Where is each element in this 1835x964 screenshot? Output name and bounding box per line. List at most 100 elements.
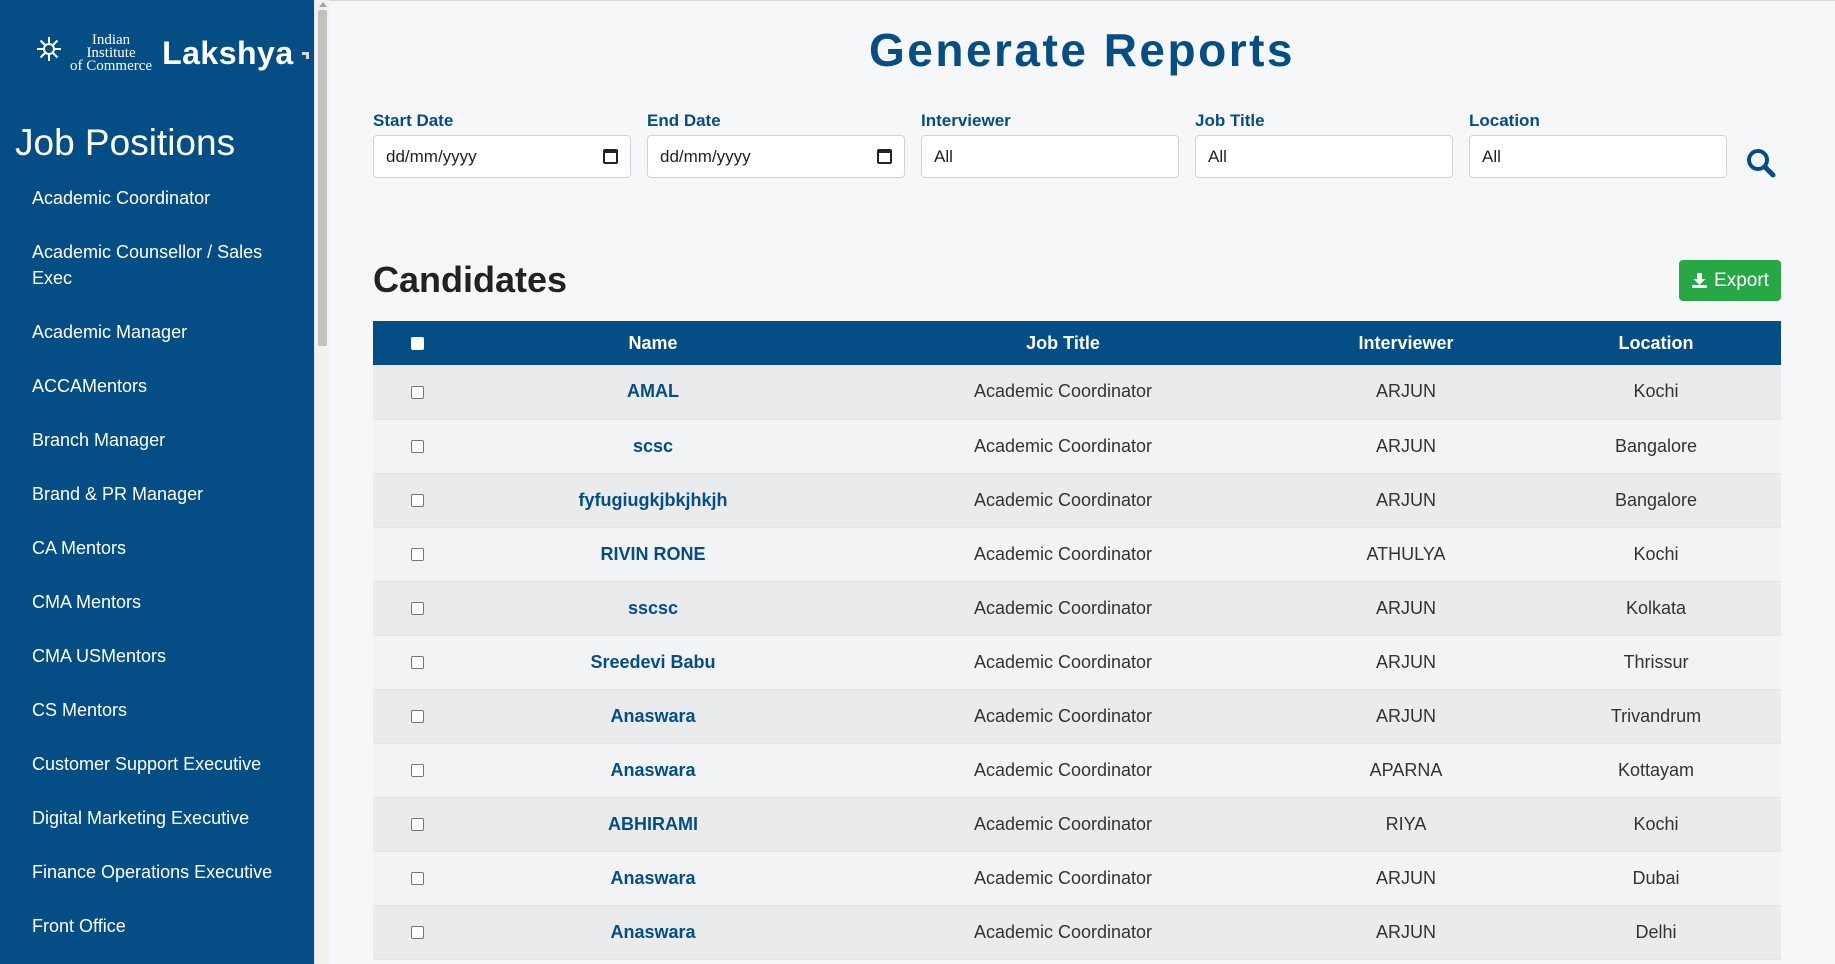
- table-row: Anaswara Academic Coordinator ARJUN Delh…: [373, 905, 1781, 960]
- job-title-cell: Academic Coordinator: [845, 905, 1281, 960]
- page-title: Generate Reports: [868, 24, 1295, 76]
- end-date-label: End Date: [647, 111, 721, 130]
- nav-item-front-office[interactable]: Front Office: [0, 903, 314, 957]
- interviewer-label: Interviewer: [921, 111, 1011, 130]
- candidate-name-link[interactable]: scsc: [461, 419, 845, 474]
- nav-item-ca-mentors[interactable]: CA Mentors: [0, 525, 314, 579]
- table-row: RIVIN RONE Academic Coordinator ATHULYA …: [373, 527, 1781, 582]
- logo[interactable]: Indian Institute of Commerce Lakshya: [36, 33, 309, 74]
- logo-institute-text: Indian Institute of Commerce: [70, 33, 153, 74]
- header-job-title[interactable]: Job Title: [845, 321, 1281, 365]
- job-title-value: All: [1208, 146, 1227, 166]
- interviewer-cell: APARNA: [1281, 743, 1531, 798]
- filter-bar: Start Date dd/mm/yyyy End Date dd/mm/yyy…: [373, 111, 1727, 178]
- table-row: scsc Academic Coordinator ARJUN Bangalor…: [373, 419, 1781, 474]
- select-all-header: [373, 321, 461, 365]
- row-checkbox[interactable]: [410, 818, 424, 832]
- candidate-name-link[interactable]: Anaswara: [461, 905, 845, 960]
- candidate-name-link[interactable]: Sreedevi Babu: [461, 635, 845, 690]
- calendar-icon[interactable]: [877, 149, 892, 164]
- logo-line-3: of Commerce: [70, 58, 153, 74]
- table-row: Anaswara Academic Coordinator ARJUN Triv…: [373, 689, 1781, 744]
- nav-item-finance-operations[interactable]: Finance Operations Executive: [0, 849, 314, 903]
- location-cell: Kottayam: [1531, 743, 1781, 798]
- job-title-cell: Academic Coordinator: [845, 851, 1281, 906]
- row-select-cell: [373, 581, 461, 636]
- nav-item-cs-mentors[interactable]: CS Mentors: [0, 687, 314, 741]
- calendar-icon[interactable]: [603, 149, 618, 164]
- header-location[interactable]: Location: [1531, 321, 1781, 365]
- candidate-name-link[interactable]: sscsc: [461, 581, 845, 636]
- interviewer-cell: ARJUN: [1281, 905, 1531, 960]
- row-checkbox[interactable]: [410, 494, 424, 508]
- nav-item-customer-support[interactable]: Customer Support Executive: [0, 741, 314, 795]
- nav-item-brand-pr-manager[interactable]: Brand & PR Manager: [0, 471, 314, 525]
- row-select-cell: [373, 365, 461, 420]
- search-icon[interactable]: [1745, 147, 1777, 179]
- interviewer-cell: ARJUN: [1281, 473, 1531, 528]
- row-select-cell: [373, 797, 461, 852]
- nav-item-academic-coordinator[interactable]: Academic Coordinator: [0, 175, 314, 229]
- nav-item-acca-mentors[interactable]: ACCAMentors: [0, 363, 314, 417]
- nav-item-branch-manager[interactable]: Branch Manager: [0, 417, 314, 471]
- interviewer-cell: ARJUN: [1281, 851, 1531, 906]
- candidate-name-link[interactable]: Anaswara: [461, 743, 845, 798]
- location-select[interactable]: All: [1469, 135, 1727, 178]
- start-date-placeholder: dd/mm/yyyy: [386, 146, 477, 166]
- candidate-name-link[interactable]: Anaswara: [461, 689, 845, 744]
- logo-mark-icon: [301, 52, 309, 59]
- row-checkbox[interactable]: [410, 548, 424, 562]
- candidate-name-link[interactable]: fyfugiugkjbkjhkjh: [461, 473, 845, 528]
- row-checkbox[interactable]: [410, 872, 424, 886]
- job-title-cell: Academic Coordinator: [845, 473, 1281, 528]
- scrollbar-thumb[interactable]: [318, 10, 327, 346]
- header-name[interactable]: Name: [461, 321, 845, 365]
- row-checkbox[interactable]: [410, 602, 424, 616]
- row-checkbox[interactable]: [410, 710, 424, 724]
- sidebar-scrollbar[interactable]: [314, 0, 329, 964]
- candidate-name-link[interactable]: Anaswara: [461, 851, 845, 906]
- row-select-cell: [373, 473, 461, 528]
- location-cell: Kolkata: [1531, 581, 1781, 636]
- nav-item-academic-counsellor[interactable]: Academic Counsellor / Sales Exec: [0, 229, 314, 309]
- row-select-cell: [373, 527, 461, 582]
- emblem-icon: [37, 37, 61, 61]
- scroll-up-arrow-icon[interactable]: [319, 2, 327, 7]
- row-checkbox[interactable]: [410, 440, 424, 454]
- row-checkbox[interactable]: [410, 926, 424, 940]
- candidate-name-link[interactable]: RIVIN RONE: [461, 527, 845, 582]
- location-cell: Kochi: [1531, 365, 1781, 420]
- candidate-name-link[interactable]: AMAL: [461, 365, 845, 420]
- location-cell: Delhi: [1531, 905, 1781, 960]
- row-select-cell: [373, 419, 461, 474]
- table-row: Sreedevi Babu Academic Coordinator ARJUN…: [373, 635, 1781, 690]
- row-select-cell: [373, 743, 461, 798]
- candidate-name-link[interactable]: ABHIRAMI: [461, 797, 845, 852]
- interviewer-select[interactable]: All: [921, 135, 1179, 178]
- interviewer-cell: ARJUN: [1281, 365, 1531, 420]
- location-cell: Kochi: [1531, 527, 1781, 582]
- table-row: Anaswara Academic Coordinator APARNA Kot…: [373, 743, 1781, 798]
- row-select-cell: [373, 905, 461, 960]
- export-button[interactable]: Export: [1679, 260, 1781, 301]
- end-date-input[interactable]: dd/mm/yyyy: [647, 135, 905, 178]
- location-filter: Location All: [1469, 111, 1727, 178]
- nav-item-academic-manager[interactable]: Academic Manager: [0, 309, 314, 363]
- row-checkbox[interactable]: [410, 656, 424, 670]
- row-select-cell: [373, 851, 461, 906]
- select-all-checkbox[interactable]: [410, 337, 424, 351]
- nav-item-cma-us-mentors[interactable]: CMA USMentors: [0, 633, 314, 687]
- nav-item-cma-mentors[interactable]: CMA Mentors: [0, 579, 314, 633]
- location-cell: Thrissur: [1531, 635, 1781, 690]
- nav-item-digital-marketing[interactable]: Digital Marketing Executive: [0, 795, 314, 849]
- interviewer-cell: ARJUN: [1281, 635, 1531, 690]
- row-checkbox[interactable]: [410, 386, 424, 399]
- end-date-placeholder: dd/mm/yyyy: [660, 146, 751, 166]
- header-interviewer[interactable]: Interviewer: [1281, 321, 1531, 365]
- start-date-input[interactable]: dd/mm/yyyy: [373, 135, 631, 178]
- row-checkbox[interactable]: [410, 764, 424, 778]
- interviewer-filter: Interviewer All: [921, 111, 1179, 178]
- export-label: Export: [1714, 269, 1769, 291]
- job-title-select[interactable]: All: [1195, 135, 1453, 178]
- table-row: ABHIRAMI Academic Coordinator RIYA Kochi: [373, 797, 1781, 852]
